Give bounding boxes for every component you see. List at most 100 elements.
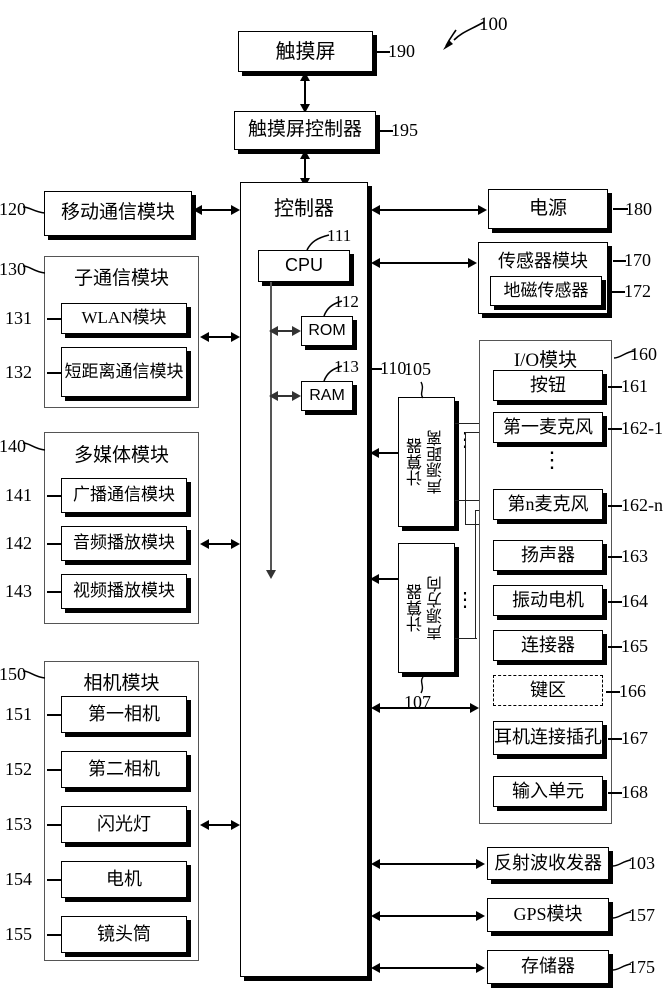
audio-play-block[interactable]: 音频播放模块 [61,526,187,561]
arrow-up-190 [300,72,310,81]
connector-controller-157 [377,915,481,917]
vibration-motor-block[interactable]: 振动电机 [493,585,603,616]
arrow-left-105 [370,448,379,458]
ref-150: 150 [0,664,26,684]
connector-controller-175 [377,967,481,969]
sound-direction-calc-line1: 声源方向 [427,576,445,640]
input-unit-block[interactable]: 输入单元 [493,776,603,807]
ref-110: 110 [380,358,407,378]
ref-line-153 [47,824,62,826]
power-block[interactable]: 电源 [488,189,608,229]
ref-line-154 [47,879,62,881]
arrow-right-ram [292,391,301,401]
geomagnetic-sensor-block[interactable]: 地磁传感器 [490,276,602,306]
cpu-block[interactable]: CPU [258,250,350,282]
gps-module-block[interactable]: GPS模块 [487,898,609,932]
wire-micn-down [475,510,477,638]
wlan-block[interactable]: WLAN模块 [61,303,187,334]
controller-title: 控制器 [274,198,334,220]
ref-170: 170 [624,250,651,270]
first-camera-block[interactable]: 第一相机 [61,696,187,733]
ref-113: 113 [334,357,359,376]
ref-leader-105 [420,381,424,399]
ref-line-162-n [608,505,622,507]
touch-screen-block[interactable]: 触摸屏 [238,31,373,72]
storage-block[interactable]: 存储器 [487,950,609,984]
ref-162-n: 162-n [621,495,663,515]
sound-distance-calc-line1: 声源距离 [427,430,445,494]
arrow-right-140 [231,539,240,549]
motor-block[interactable]: 电机 [61,861,187,898]
ref-103: 103 [628,853,655,873]
arrow-right-180 [478,205,487,215]
ellipsis-107: ⋮ [455,589,475,611]
earphone-jack-block[interactable]: 耳机连接插孔 [493,721,603,755]
ref-155: 155 [5,924,32,944]
ref-107: 107 [404,692,431,712]
sound-direction-calc-line2: 计算器 [407,584,425,632]
patent-figure: 100 触摸屏 190 触摸屏控制器 195 控制器 110 CPU 111 R… [0,0,670,1000]
arrow-left-ram [269,391,278,401]
arrow-left-175 [371,963,380,973]
arrow-left-140 [200,539,209,549]
ref-168: 168 [621,782,648,802]
reflected-wave-transceiver-block[interactable]: 反射波收发器 [487,847,609,880]
ref-166: 166 [619,681,646,701]
touch-screen-controller-block[interactable]: 触摸屏控制器 [234,111,376,150]
short-range-comm-block[interactable]: 短距离通信模块 [61,347,187,397]
arrow-right-io [470,703,479,713]
ref-160: 160 [630,344,657,364]
ref-112: 112 [334,292,359,311]
ref-190: 190 [388,41,415,61]
arrow-left-180 [371,205,380,215]
ref-140: 140 [0,436,26,456]
video-play-block[interactable]: 视频播放模块 [61,574,187,609]
button-block[interactable]: 按钮 [493,370,603,401]
ref-154: 154 [5,869,32,889]
ref-111: 111 [327,226,352,245]
connector-controller-170 [377,262,473,264]
connector-controller-io [377,707,475,709]
arrow-left-107 [370,574,379,584]
ref-line-141 [47,495,62,497]
figure-leader-line [443,21,485,50]
arrow-left-103 [371,859,380,869]
ref-153: 153 [5,814,32,834]
ref-195: 195 [391,120,418,140]
flash-block[interactable]: 闪光灯 [61,806,187,843]
arrow-up-195 [300,150,310,159]
arrow-left-157 [371,911,380,921]
ref-line-132 [47,372,62,374]
ref-151: 151 [5,704,32,724]
arrow-left-170 [371,258,380,268]
arrow-left-rom [269,326,278,336]
rom-block[interactable]: ROM [301,316,353,346]
nth-microphone-block[interactable]: 第n麦克风 [493,489,603,520]
mobile-comm-block[interactable]: 移动通信模块 [44,191,192,236]
ellipsis-105: ⋮ [455,429,475,451]
ref-line-164 [608,601,622,603]
ref-141: 141 [5,485,32,505]
wire-micn-dir2 [455,638,477,640]
sound-distance-calculator-block[interactable]: 声源距离 计算器 [398,397,455,527]
ref-152: 152 [5,759,32,779]
second-camera-block[interactable]: 第二相机 [61,751,187,788]
connector-105-controller [376,452,398,454]
io-module-title: I/O模块 [513,350,578,371]
arrow-right-103 [476,859,485,869]
ref-line-166 [606,691,620,693]
sound-direction-calculator-block[interactable]: 声源方向 计算器 [398,543,455,673]
lens-barrel-block[interactable]: 镜头筒 [61,916,187,953]
ref-105: 105 [404,359,431,379]
ref-line-151 [47,714,62,716]
keypad-block[interactable]: 键区 [493,675,603,706]
first-microphone-block[interactable]: 第一麦克风 [493,412,603,443]
broadcast-comm-block[interactable]: 广播通信模块 [61,478,187,513]
connector-block[interactable]: 连接器 [493,630,603,661]
ref-line-167 [608,738,622,740]
arrow-right-rom [292,326,301,336]
arrow-right-175 [476,963,485,973]
speaker-block[interactable]: 扬声器 [493,540,603,571]
ram-block[interactable]: RAM [301,381,353,411]
arrow-left-150 [200,820,209,830]
